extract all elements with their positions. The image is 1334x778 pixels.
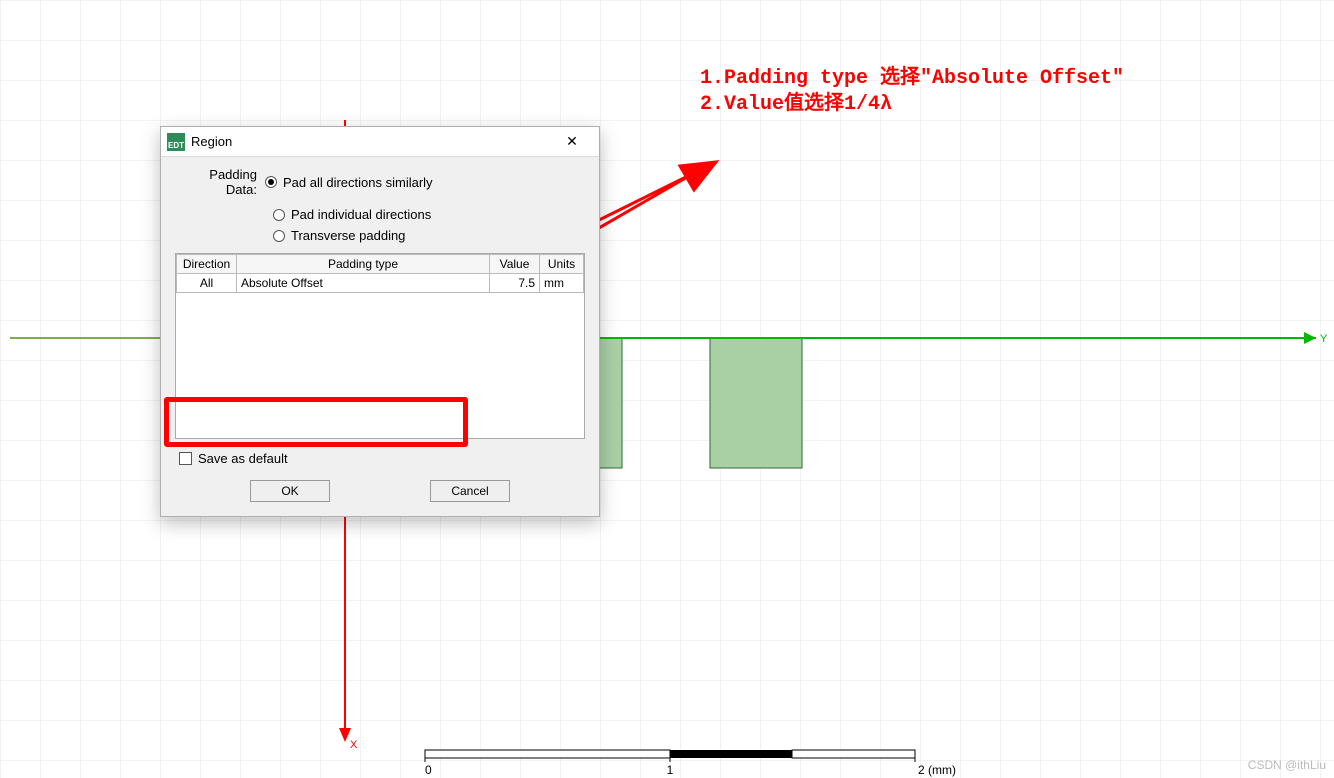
col-units: Units [540, 255, 584, 274]
table-header-row: Direction Padding type Value Units [177, 255, 584, 274]
col-padding-type: Padding type [237, 255, 490, 274]
radio-transverse-label: Transverse padding [291, 228, 405, 243]
cell-value[interactable]: 7.5 [490, 274, 540, 293]
radio-transverse[interactable] [273, 230, 285, 242]
shape-rect-2 [710, 338, 802, 468]
save-default-checkbox[interactable] [179, 452, 192, 465]
radio-all-directions-label: Pad all directions similarly [283, 175, 433, 190]
radio-individual-label: Pad individual directions [291, 207, 431, 222]
cell-direction[interactable]: All [177, 274, 237, 293]
dialog-title: Region [191, 134, 551, 149]
save-default-label: Save as default [198, 451, 288, 466]
padding-data-label: Padding Data: [175, 167, 265, 197]
radio-all-directions[interactable] [265, 176, 277, 188]
table-row: All Absolute Offset 7.5 mm [177, 274, 584, 293]
scale-0: 0 [425, 763, 432, 777]
cell-units[interactable]: mm [540, 274, 584, 293]
padding-table[interactable]: Direction Padding type Value Units All A… [175, 253, 585, 439]
radio-individual[interactable] [273, 209, 285, 221]
ok-button[interactable]: OK [250, 480, 330, 502]
titlebar[interactable]: EDT Region ✕ [161, 127, 599, 157]
scale-1: 1 [667, 763, 674, 777]
annotation-line-2: 2.Value值选择1/4λ [700, 86, 892, 116]
region-dialog: EDT Region ✕ Padding Data: Pad all direc… [160, 126, 600, 517]
y-axis-label: Y [1320, 333, 1328, 345]
close-icon[interactable]: ✕ [551, 129, 593, 155]
x-axis-label: X [350, 739, 358, 751]
col-direction: Direction [177, 255, 237, 274]
watermark: CSDN @ithLiu [1248, 758, 1326, 772]
app-icon: EDT [167, 133, 185, 151]
cancel-button[interactable]: Cancel [430, 480, 510, 502]
cell-padding-type[interactable]: Absolute Offset [237, 274, 490, 293]
scale-2: 2 (mm) [918, 763, 956, 777]
col-value: Value [490, 255, 540, 274]
